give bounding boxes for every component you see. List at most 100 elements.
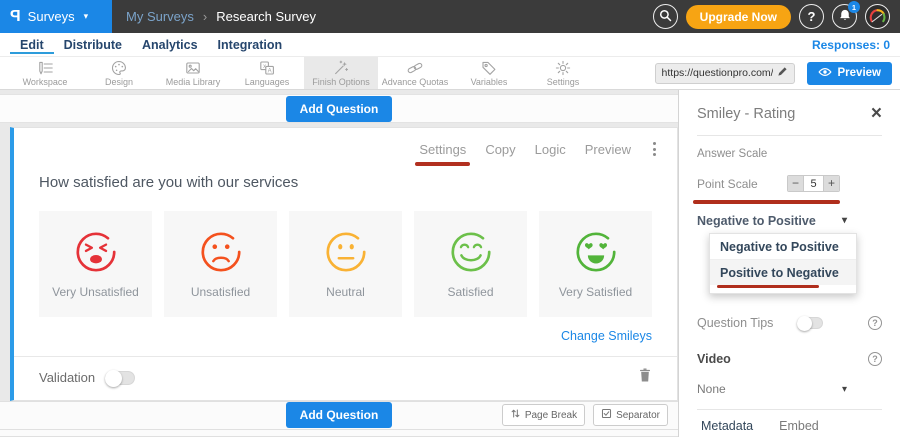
eye-icon	[818, 66, 832, 81]
validation-label: Validation	[39, 370, 95, 385]
panel-tabs: Metadata Embed	[697, 419, 882, 437]
toolbar-settings[interactable]: Settings	[526, 57, 600, 89]
image-icon	[184, 60, 202, 77]
point-scale-decrement-button[interactable]: −	[788, 176, 803, 191]
point-scale-increment-button[interactable]: +	[824, 176, 839, 191]
notification-count-badge: 1	[848, 1, 860, 13]
divider	[697, 135, 882, 136]
topbar-actions: Upgrade Now ? 1	[653, 4, 900, 29]
survey-url-field[interactable]: https://questionpro.com/t/A	[655, 63, 795, 84]
avatar[interactable]	[865, 4, 890, 29]
add-question-button-bottom[interactable]: Add Question	[286, 402, 393, 428]
toolbar-media-library[interactable]: Media Library	[156, 57, 230, 89]
breadcrumb-current-survey: Research Survey	[216, 9, 316, 24]
question-title[interactable]: How satisfied are you with our services	[39, 174, 677, 191]
validation-toggle[interactable]	[105, 371, 135, 385]
scale-direction-dropdown: Negative to Positive Positive to Negativ…	[709, 233, 857, 295]
question-tab-settings[interactable]: Settings	[419, 142, 466, 157]
toolbar-finish-options[interactable]: Finish Options	[304, 57, 378, 89]
translate-icon: xA	[258, 60, 276, 77]
help-button[interactable]: ?	[799, 4, 824, 29]
help-circle-icon[interactable]: ?	[868, 352, 882, 366]
toolbar-variables[interactable]: Variables	[452, 57, 526, 89]
chevron-down-icon: ▾	[84, 11, 89, 22]
smiley-scale: Very Unsatisfied Unsatisfied	[39, 211, 652, 317]
breadcrumb-my-surveys[interactable]: My Surveys	[126, 9, 194, 24]
tab-metadata[interactable]: Metadata	[701, 419, 753, 437]
search-button[interactable]	[653, 4, 678, 29]
app-menu-surveys[interactable]: P Surveys ▾	[0, 0, 112, 33]
preview-button[interactable]: Preview	[807, 62, 892, 85]
toolbar-design[interactable]: Design	[82, 57, 156, 89]
separator-button[interactable]: Separator	[593, 404, 668, 426]
question-tips-label: Question Tips	[697, 316, 773, 330]
add-question-strip-top: Add Question	[0, 94, 678, 123]
tab-embed[interactable]: Embed	[779, 419, 819, 437]
breadcrumb-separator-icon: ›	[203, 9, 207, 24]
tab-distribute[interactable]: Distribute	[54, 35, 132, 54]
annotation-underline-point-scale	[693, 200, 840, 204]
upgrade-now-button[interactable]: Upgrade Now	[686, 5, 791, 29]
smiley-option-unsatisfied[interactable]: Unsatisfied	[164, 211, 277, 317]
more-options-icon[interactable]	[650, 141, 659, 157]
validation-row: Validation	[14, 357, 677, 400]
responses-count[interactable]: Responses: 0	[812, 38, 890, 52]
tab-integration[interactable]: Integration	[208, 35, 293, 54]
question-tips-toggle[interactable]	[797, 317, 823, 329]
survey-canvas: Add Question Settings Copy Logic Preview…	[0, 90, 678, 437]
add-question-button-top[interactable]: Add Question	[286, 96, 393, 122]
neutral-smiley-icon	[323, 229, 369, 275]
scale-direction-value: Negative to Positive	[697, 214, 816, 228]
change-smileys-link[interactable]: Change Smileys	[561, 329, 652, 343]
toolbar-workspace[interactable]: Workspace	[8, 57, 82, 89]
canvas-footer-spacer	[0, 430, 678, 437]
smiley-label: Neutral	[326, 285, 365, 299]
divider	[697, 409, 882, 410]
option-positive-to-negative[interactable]: Positive to Negative	[710, 260, 856, 285]
smiley-option-very-unsatisfied[interactable]: Very Unsatisfied	[39, 211, 152, 317]
search-icon	[659, 9, 672, 25]
page-break-icon	[510, 408, 521, 422]
smiley-label: Very Unsatisfied	[52, 285, 139, 299]
question-tab-copy[interactable]: Copy	[485, 142, 515, 157]
smiley-option-satisfied[interactable]: Satisfied	[414, 211, 527, 317]
app-menu-label: Surveys	[28, 9, 75, 24]
smiley-option-very-satisfied[interactable]: Very Satisfied	[539, 211, 652, 317]
point-scale-row: Point Scale − 5 +	[697, 175, 882, 192]
survey-url-text: https://questionpro.com/t/A	[662, 67, 773, 79]
page-break-button[interactable]: Page Break	[502, 404, 585, 426]
video-label: Video	[697, 352, 731, 366]
svg-text:A: A	[268, 68, 272, 74]
scale-direction-select[interactable]: Negative to Positive ▾	[697, 214, 847, 228]
workspace-icon	[36, 60, 54, 77]
close-icon[interactable]: ×	[871, 107, 882, 121]
canvas-footer: Add Question Page Break Separator	[0, 401, 678, 429]
palette-icon	[110, 60, 128, 77]
question-tab-logic[interactable]: Logic	[535, 142, 566, 157]
chevron-down-icon: ▾	[842, 215, 847, 226]
smiley-label: Satisfied	[447, 285, 493, 299]
tab-analytics[interactable]: Analytics	[132, 35, 208, 54]
question-tips-row: Question Tips ?	[697, 316, 882, 330]
toolbar-languages[interactable]: xA Languages	[230, 57, 304, 89]
tab-edit[interactable]: Edit	[10, 35, 54, 54]
annotation-underline-option	[717, 285, 819, 289]
panel-title: Smiley - Rating	[697, 106, 795, 122]
option-negative-to-positive[interactable]: Negative to Positive	[710, 234, 856, 260]
very-satisfied-smiley-icon	[573, 229, 619, 275]
toolbar-right: https://questionpro.com/t/A Preview	[655, 57, 900, 89]
unsatisfied-smiley-icon	[198, 229, 244, 275]
question-tab-preview[interactable]: Preview	[585, 142, 631, 157]
pencil-icon[interactable]	[777, 64, 788, 82]
smiley-option-neutral[interactable]: Neutral	[289, 211, 402, 317]
help-circle-icon[interactable]: ?	[868, 316, 882, 330]
toolbar-advance-quotas[interactable]: Advance Quotas	[378, 57, 452, 89]
notifications-button[interactable]: 1	[832, 4, 857, 29]
separator-checkbox-icon	[601, 408, 612, 422]
tag-icon	[480, 60, 498, 77]
point-scale-value[interactable]: 5	[803, 176, 824, 191]
very-unsatisfied-smiley-icon	[73, 229, 119, 275]
delete-question-icon[interactable]	[638, 367, 652, 388]
footer-insert-buttons: Page Break Separator	[502, 404, 668, 426]
video-select[interactable]: None ▾	[697, 382, 847, 396]
